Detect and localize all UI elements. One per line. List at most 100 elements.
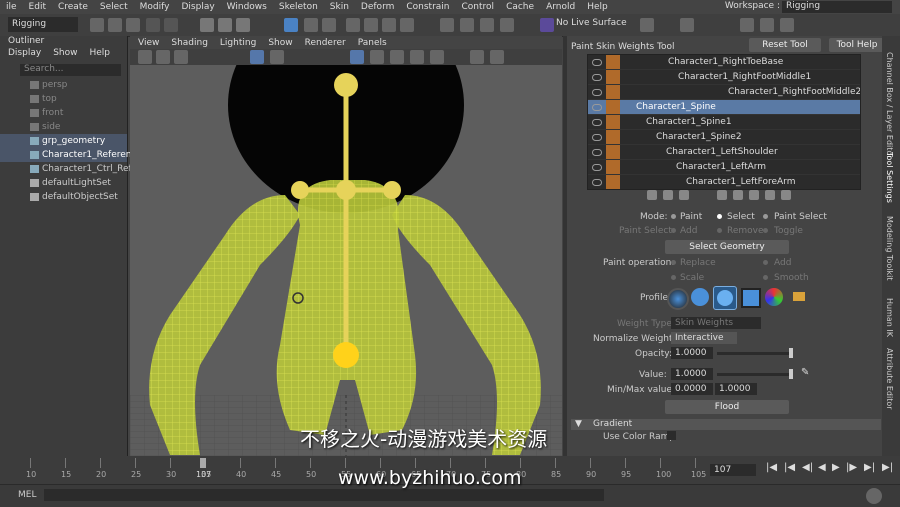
- vp-menu-shading[interactable]: Shading: [171, 38, 208, 48]
- paste-weights-icon[interactable]: [733, 190, 743, 200]
- render-settings-icon[interactable]: [500, 18, 514, 32]
- lock-weights-icon[interactable]: [606, 145, 620, 159]
- tool-help-button[interactable]: Tool Help: [829, 38, 885, 52]
- joint-row[interactable]: Character1_Spine: [588, 100, 860, 115]
- visibility-icon[interactable]: [592, 74, 602, 81]
- go-to-end-icon[interactable]: ▶|: [882, 462, 893, 473]
- visibility-icon[interactable]: [592, 149, 602, 156]
- lock-weights-icon[interactable]: [606, 55, 620, 69]
- menu-cache[interactable]: Cache: [500, 2, 540, 12]
- vp-menu-view[interactable]: View: [138, 38, 159, 48]
- lock-weights-icon[interactable]: [606, 160, 620, 174]
- panel-layout-icon[interactable]: [740, 18, 754, 32]
- menu-ile[interactable]: ile: [0, 2, 23, 12]
- save-scene-icon[interactable]: [126, 18, 140, 32]
- op-replace-radio[interactable]: [671, 260, 676, 265]
- snap-point-icon[interactable]: [382, 18, 396, 32]
- min-value-field[interactable]: 0.0000: [671, 383, 713, 395]
- normalize-weights-select[interactable]: Interactive: [671, 332, 737, 344]
- vp-menu-lighting[interactable]: Lighting: [220, 38, 256, 48]
- joint-row[interactable]: Character1_LeftArm: [588, 160, 860, 175]
- visibility-icon[interactable]: [592, 134, 602, 141]
- outliner-item[interactable]: defaultLightSet: [0, 176, 127, 190]
- ps-toggle-radio[interactable]: [763, 228, 768, 233]
- outliner-item[interactable]: grp_geometry: [0, 134, 127, 148]
- step-back-frame-icon[interactable]: ◀|: [802, 462, 813, 473]
- history-icon[interactable]: [440, 18, 454, 32]
- pick-value-icon[interactable]: ✎: [801, 367, 809, 378]
- redo-icon[interactable]: [164, 18, 178, 32]
- menu-edit[interactable]: Edit: [23, 2, 52, 12]
- outliner-menu-display[interactable]: Display: [8, 48, 41, 60]
- render-icon[interactable]: [460, 18, 474, 32]
- profile-solid-icon-selected[interactable]: [713, 286, 737, 310]
- play-forward-icon[interactable]: ▶: [832, 462, 840, 473]
- folder-icon[interactable]: [793, 292, 805, 301]
- tab-channel-box[interactable]: Channel Box / Layer Editor: [885, 52, 894, 159]
- menu-modify[interactable]: Modify: [134, 2, 176, 12]
- menu-deform[interactable]: Deform: [355, 2, 400, 12]
- max-value-field[interactable]: 1.0000: [715, 383, 757, 395]
- menu-windows[interactable]: Windows: [221, 2, 273, 12]
- outliner-item[interactable]: defaultObjectSet: [0, 190, 127, 204]
- menu-control[interactable]: Control: [456, 2, 501, 12]
- select-geometry-button[interactable]: Select Geometry: [665, 240, 789, 254]
- outliner-item[interactable]: front: [0, 106, 127, 120]
- select-by-component-icon[interactable]: [236, 18, 250, 32]
- value-slider[interactable]: [717, 373, 793, 376]
- film-gate-icon[interactable]: [270, 50, 284, 64]
- opacity-slider[interactable]: [717, 352, 793, 355]
- ps-add-radio[interactable]: [671, 228, 676, 233]
- value-slider-handle[interactable]: [789, 369, 793, 379]
- menu-help[interactable]: Help: [581, 2, 614, 12]
- command-input[interactable]: [44, 489, 604, 501]
- visibility-icon[interactable]: [592, 179, 602, 186]
- current-frame-field[interactable]: 107: [710, 464, 756, 476]
- lock-weights-icon[interactable]: [606, 175, 620, 189]
- visibility-icon[interactable]: [592, 59, 602, 66]
- influence-joint-list[interactable]: Character1_RightToeBase Character1_RightF…: [587, 54, 861, 190]
- menu-select[interactable]: Select: [94, 2, 134, 12]
- lights-icon[interactable]: [410, 50, 424, 64]
- smooth-shade-icon[interactable]: [370, 50, 384, 64]
- select-by-object-icon[interactable]: [218, 18, 232, 32]
- outliner-menu-help[interactable]: Help: [89, 48, 110, 60]
- profile-gaussian-icon[interactable]: [667, 288, 689, 310]
- profile-square-icon[interactable]: [741, 288, 761, 308]
- panel-layout-2-icon[interactable]: [760, 18, 774, 32]
- outliner-search-input[interactable]: Search...: [20, 64, 121, 76]
- camera-icon[interactable]: [680, 18, 694, 32]
- weight-type-select[interactable]: Skin Weights: [671, 317, 761, 329]
- flood-button[interactable]: Flood: [665, 400, 789, 414]
- current-time-marker[interactable]: [200, 458, 206, 468]
- 3d-viewport[interactable]: 不移之火-动漫游戏美术资源: [130, 65, 562, 456]
- tab-tool-settings[interactable]: Tool Settings: [885, 152, 894, 203]
- reset-tool-button[interactable]: Reset Tool: [749, 38, 821, 52]
- textured-icon[interactable]: [390, 50, 404, 64]
- tab-attribute-editor[interactable]: Attribute Editor: [885, 348, 894, 410]
- camera-attr-icon[interactable]: [138, 50, 152, 64]
- joint-row[interactable]: Character1_Spine2: [588, 130, 860, 145]
- ps-remove-radio[interactable]: [717, 228, 722, 233]
- weight-hammer-icon[interactable]: [749, 190, 759, 200]
- show-influences-icon[interactable]: [781, 190, 791, 200]
- menu-arnold[interactable]: Arnold: [540, 2, 581, 12]
- step-forward-key-icon[interactable]: ▶|: [864, 462, 875, 473]
- lock-weights-icon[interactable]: [606, 100, 620, 114]
- opacity-field[interactable]: 1.0000: [671, 347, 713, 359]
- vp-menu-panels[interactable]: Panels: [358, 38, 387, 48]
- lock-weights-icon[interactable]: [606, 115, 620, 129]
- profile-image-icon[interactable]: [765, 288, 783, 306]
- image-plane-icon[interactable]: [174, 50, 188, 64]
- undo-icon[interactable]: [146, 18, 160, 32]
- go-to-start-icon[interactable]: |◀: [766, 462, 777, 473]
- snap-curve-icon[interactable]: [364, 18, 378, 32]
- live-surface-icon[interactable]: [540, 18, 554, 32]
- menu-skeleton[interactable]: Skeleton: [273, 2, 324, 12]
- ipr-render-icon[interactable]: [480, 18, 494, 32]
- mode-paint-select-radio[interactable]: [763, 214, 768, 219]
- lock-weights-icon[interactable]: [606, 70, 620, 84]
- symmetry-icon[interactable]: [640, 18, 654, 32]
- visibility-icon[interactable]: [592, 119, 602, 126]
- outliner-item[interactable]: top: [0, 92, 127, 106]
